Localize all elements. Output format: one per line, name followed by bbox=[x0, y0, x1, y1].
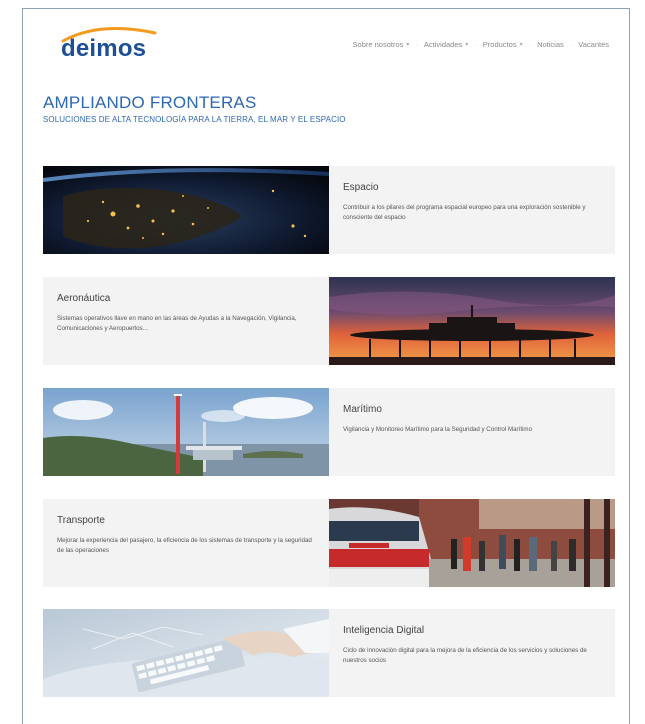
nav-item-vacantes[interactable]: Vacantes bbox=[578, 40, 609, 49]
section-description: Sistemas operativos llave en mano en las… bbox=[57, 315, 297, 332]
section-description: Mejorar la experiencia del pasajero, la … bbox=[57, 537, 312, 554]
nav-label: Sobre nosotros bbox=[352, 40, 404, 49]
section-title[interactable]: Transporte bbox=[57, 515, 313, 526]
section-inteligencia-digital[interactable]: Inteligencia Digital Ciclo de innovación… bbox=[43, 609, 615, 697]
nav-label: Vacantes bbox=[578, 40, 609, 49]
nav-item-productos[interactable]: Productos ▾ bbox=[483, 40, 523, 49]
chevron-down-icon: ▾ bbox=[406, 42, 410, 48]
section-text: Espacio Contribuir a los pilares del pro… bbox=[329, 166, 599, 254]
section-title[interactable]: Aeronáutica bbox=[57, 293, 313, 304]
train-station-image[interactable] bbox=[329, 499, 615, 587]
nav-separator: · bbox=[569, 40, 573, 49]
section-aeronautica[interactable]: Aeronáutica Sistemas operativos llave en… bbox=[43, 277, 615, 365]
section-title[interactable]: Espacio bbox=[343, 182, 599, 193]
section-maritimo[interactable]: Marítimo Vigilancia y Monitoreo Marítimo… bbox=[43, 388, 615, 476]
section-text: Aeronáutica Sistemas operativos llave en… bbox=[43, 277, 313, 365]
nav-separator: · bbox=[528, 40, 532, 49]
section-description: Vigilancia y Monitoreo Marítimo para la … bbox=[343, 426, 533, 433]
section-text: Marítimo Vigilancia y Monitoreo Marítimo… bbox=[329, 388, 599, 476]
section-description: Ciclo de innovación digital para la mejo… bbox=[343, 647, 587, 664]
main-nav: Sobre nosotros ▾ · Actividades ▾ · Produ… bbox=[353, 40, 609, 49]
section-transporte[interactable]: Transporte Mejorar la experiencia del pa… bbox=[43, 499, 615, 587]
nav-item-sobre-nosotros[interactable]: Sobre nosotros ▾ bbox=[353, 40, 410, 49]
section-title[interactable]: Inteligencia Digital bbox=[343, 625, 599, 636]
nav-label: Noticias bbox=[537, 40, 564, 49]
section-espacio[interactable]: Espacio Contribuir a los pilares del pro… bbox=[43, 166, 615, 254]
hero-subtitle: SOLUCIONES DE ALTA TECNOLOGÍA PARA LA TI… bbox=[43, 115, 346, 124]
hero-title: AMPLIANDO FRONTERAS bbox=[43, 93, 257, 112]
keyboard-hand-image[interactable] bbox=[43, 609, 329, 697]
coast-antenna-image[interactable] bbox=[43, 388, 329, 476]
earth-night-image[interactable] bbox=[43, 166, 329, 254]
nav-separator: · bbox=[415, 40, 418, 49]
deimos-logo[interactable]: deimos bbox=[59, 23, 159, 63]
nav-label: Actividades bbox=[423, 40, 463, 49]
section-title[interactable]: Marítimo bbox=[343, 404, 599, 415]
nav-item-noticias[interactable]: Noticias bbox=[537, 40, 564, 49]
page-frame: deimos Sobre nosotros ▾ · Actividades ▾ … bbox=[22, 8, 630, 724]
nav-separator: · bbox=[474, 40, 477, 49]
chevron-down-icon: ▾ bbox=[519, 42, 523, 48]
radar-sunset-image[interactable] bbox=[329, 277, 615, 365]
logo-text: deimos bbox=[61, 35, 147, 62]
nav-label: Productos bbox=[482, 40, 517, 49]
nav-item-actividades[interactable]: Actividades ▾ bbox=[424, 40, 468, 49]
section-text: Inteligencia Digital Ciclo de innovación… bbox=[329, 609, 599, 697]
section-text: Transporte Mejorar la experiencia del pa… bbox=[43, 499, 313, 587]
chevron-down-icon: ▾ bbox=[465, 42, 469, 48]
section-description: Contribuir a los pilares del programa es… bbox=[343, 204, 586, 221]
